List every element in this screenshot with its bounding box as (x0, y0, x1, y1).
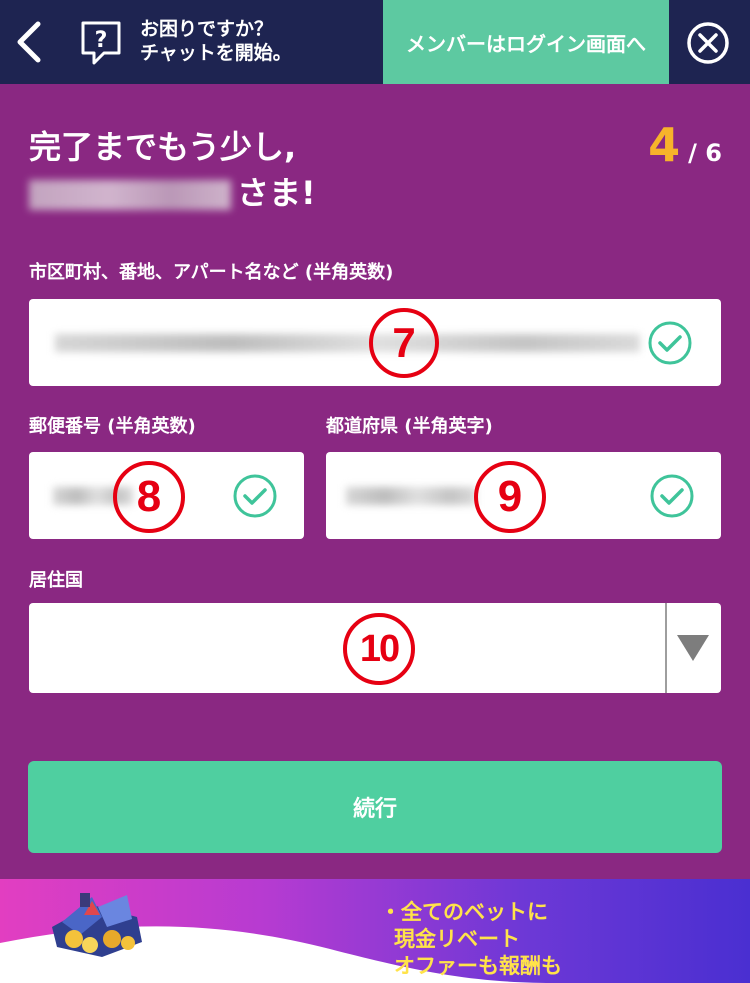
svg-text:?: ? (95, 28, 108, 53)
help-line-2: チャットを開始。 (140, 42, 292, 64)
help-text: お困りですか？ チャットを開始。 (140, 17, 292, 65)
check-circle-icon (233, 474, 277, 517)
prefecture-label: 都道府県 (半角英字) (326, 416, 493, 437)
annotation-marker-8: 8 (113, 461, 185, 533)
title-suffix: さま! (237, 174, 316, 212)
promo-line-3: オファーも報酬も (394, 954, 562, 978)
close-icon (687, 22, 729, 64)
top-bar: ? お困りですか？ チャットを開始。 メンバーはログイン画面へ (0, 0, 750, 84)
promo-text: ・全てのベットに 現金リベート オファーも報酬も (380, 899, 562, 980)
member-login-button[interactable]: メンバーはログイン画面へ (383, 0, 669, 84)
blurred-user-name (29, 180, 231, 210)
address-input[interactable]: 7 (29, 299, 721, 386)
dropdown-arrow-icon[interactable] (677, 635, 709, 661)
blurred-prefecture-value (346, 486, 476, 505)
promo-line-1: ・全てのベットに (380, 900, 548, 924)
back-button[interactable] (0, 0, 62, 84)
postal-code-label: 郵便番号 (半角英数) (29, 416, 196, 437)
step-indicator: 4/ 6 (648, 118, 722, 172)
blurred-address-value (55, 333, 640, 352)
address-label: 市区町村、番地、アパート名など (半角英数) (29, 262, 394, 283)
promo-banner[interactable]: ・全てのベットに 現金リベート オファーも報酬も (0, 879, 750, 983)
prefecture-input[interactable]: 9 (326, 452, 721, 539)
treasure-chest-icon (52, 893, 142, 957)
annotation-marker-10: 10 (343, 613, 415, 685)
registration-page: ? お困りですか？ チャットを開始。 メンバーはログイン画面へ 完了までもう少し… (0, 0, 750, 983)
chevron-left-icon (17, 21, 41, 63)
help-line-1: お困りですか？ (140, 18, 274, 40)
promo-line-2: 現金リベート (394, 927, 520, 951)
country-label: 居住国 (29, 570, 83, 591)
country-select[interactable]: 10 (29, 603, 721, 693)
page-title-line-2: さま! (29, 173, 316, 213)
select-divider (665, 603, 667, 693)
chat-help-icon: ? (81, 21, 121, 65)
close-button[interactable] (683, 18, 733, 68)
annotation-marker-7: 7 (369, 308, 439, 378)
check-circle-icon (650, 474, 694, 517)
postal-code-input[interactable]: 8 (29, 452, 304, 539)
check-circle-icon (648, 321, 692, 364)
page-title-line-1: 完了までもう少し, (29, 128, 297, 166)
continue-button[interactable]: 続行 (28, 761, 722, 853)
step-total: / 6 (688, 139, 722, 167)
help-chat-button[interactable]: ? お困りですか？ チャットを開始。 (70, 0, 320, 84)
annotation-marker-9: 9 (474, 461, 546, 533)
step-current: 4 (648, 118, 681, 172)
